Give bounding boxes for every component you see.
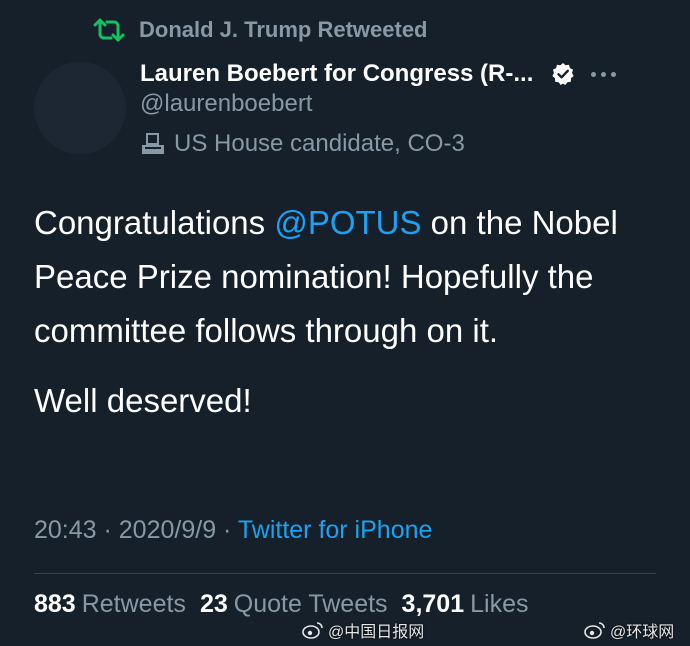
watermark-left: @中国日报网	[302, 618, 424, 642]
retweets-label: Retweets	[81, 590, 186, 618]
meta-separator: ·	[96, 516, 119, 544]
likes-label: Likes	[470, 590, 529, 618]
tweet-source-link[interactable]: Twitter for iPhone	[238, 516, 433, 544]
author-display-name[interactable]: Lauren Boebert for Congress (R-...	[140, 60, 533, 88]
ballot-box-icon	[140, 132, 166, 156]
watermark-right-text: @环球网	[610, 624, 675, 641]
retweeted-by-label: Donald J. Trump Retweeted	[139, 17, 428, 42]
verified-badge-icon	[551, 62, 575, 86]
avatar[interactable]	[34, 62, 126, 154]
weibo-logo-icon	[584, 621, 606, 639]
bio-label-text: US House candidate, CO-3	[174, 130, 465, 157]
weibo-logo-icon	[302, 621, 324, 639]
author-name-row: Lauren Boebert for Congress (R-...	[140, 56, 670, 92]
tweet-text: Congratulations @POTUS on the Nobel Peac…	[34, 196, 654, 428]
meta-separator: ·	[216, 516, 238, 544]
retweets-count: 883	[34, 590, 76, 618]
quote-tweets-count: 23	[199, 590, 228, 618]
author-bio-label: US House candidate, CO-3	[140, 130, 465, 158]
tweet-detail-page: Donald J. Trump Retweeted Lauren Boebert…	[0, 0, 690, 646]
tweet-meta: 20:43 · 2020/9/9 · Twitter for iPhone	[34, 516, 432, 545]
tweet-text-before: Congratulations	[34, 204, 275, 241]
divider	[34, 573, 656, 574]
tweet-date[interactable]: 2020/9/9	[119, 516, 216, 544]
retweets-stat[interactable]: 883 Retweets	[34, 590, 186, 619]
author-handle[interactable]: @laurenboebert	[140, 90, 312, 118]
mention-link[interactable]: @POTUS	[274, 204, 421, 241]
retweet-icon	[93, 16, 125, 44]
quote-tweets-stat[interactable]: 23 Quote Tweets	[200, 590, 388, 619]
watermark-left-text: @中国日报网	[328, 624, 425, 641]
retweet-context[interactable]: Donald J. Trump Retweeted	[93, 14, 428, 46]
likes-count: 3,701	[401, 590, 465, 618]
watermark-right: @环球网	[584, 618, 674, 642]
tweet-time[interactable]: 20:43	[34, 516, 97, 544]
more-options-icon[interactable]	[591, 71, 617, 77]
tweet-paragraph-2: Well deserved!	[34, 382, 252, 419]
likes-stat[interactable]: 3,701 Likes	[402, 590, 529, 619]
tweet-stats: 883 Retweets 23 Quote Tweets 3,701 Likes	[34, 590, 528, 619]
quote-tweets-label: Quote Tweets	[233, 590, 388, 618]
